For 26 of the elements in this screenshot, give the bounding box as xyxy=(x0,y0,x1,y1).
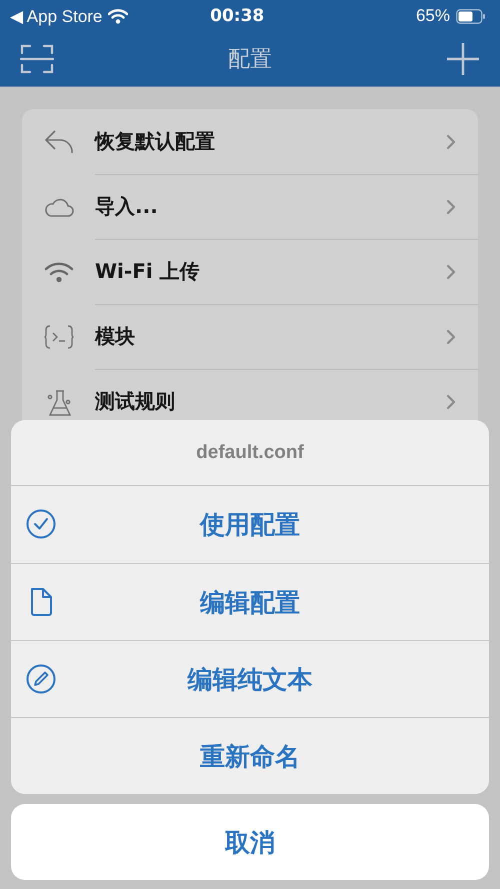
chevron-icon xyxy=(446,394,456,410)
pencil-circle-icon xyxy=(26,664,56,694)
menu-item[interactable]: Wi-Fi 上传 xyxy=(22,239,478,304)
menu-item[interactable]: 模块 xyxy=(22,304,478,369)
wifi-icon xyxy=(44,260,74,282)
cloud-icon xyxy=(44,196,74,216)
sheet-title: default.conf xyxy=(196,442,304,464)
chevron-icon xyxy=(446,328,456,344)
battery-icon xyxy=(456,8,486,24)
reply-arrow-icon xyxy=(44,128,74,156)
cancel-button[interactable]: 取消 xyxy=(11,804,489,880)
checkmark-circle-icon xyxy=(26,509,56,539)
battery-percent: 65% xyxy=(416,6,450,26)
screen-title: 配置 xyxy=(228,46,272,74)
code-braces-icon xyxy=(44,324,74,348)
back-to-app-label[interactable]: ◀ App Store xyxy=(10,6,102,26)
chevron-icon xyxy=(446,264,456,280)
menu-item[interactable]: 导入... xyxy=(22,174,478,239)
clock-time: 00:38 xyxy=(209,6,266,26)
wifi-icon xyxy=(108,8,128,24)
chevron-icon xyxy=(446,198,456,214)
add-icon[interactable] xyxy=(446,42,480,76)
action-button[interactable]: 重新命名 xyxy=(11,717,489,794)
chevron-icon xyxy=(446,134,456,150)
scan-icon[interactable] xyxy=(20,43,54,75)
menu-item[interactable]: 恢复默认配置 xyxy=(22,109,478,174)
